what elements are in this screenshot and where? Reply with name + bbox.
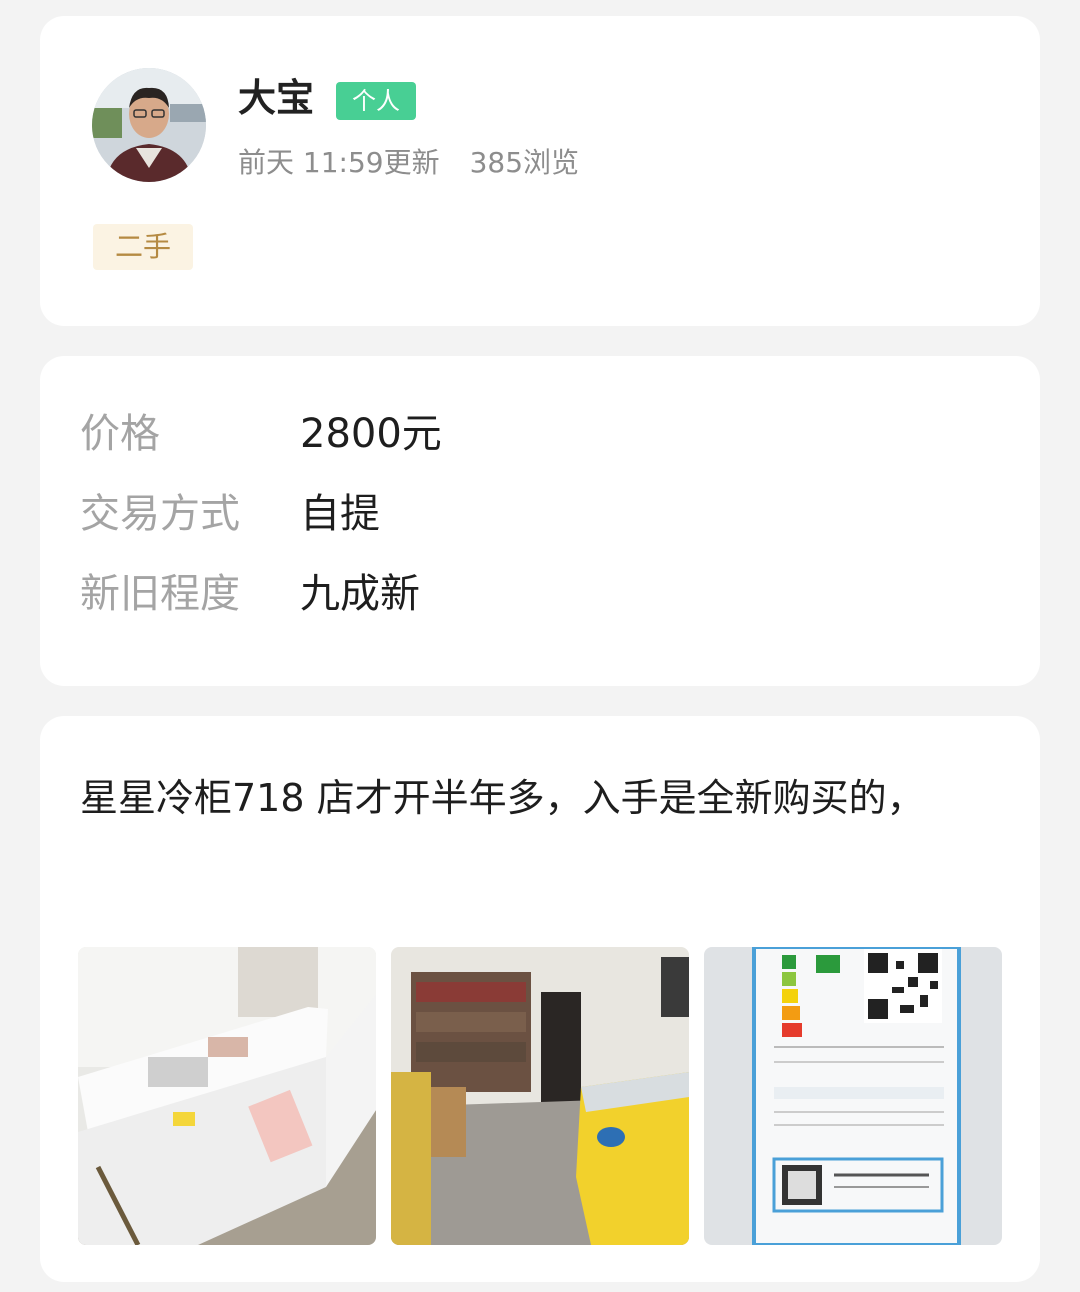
description-card: 星星冷柜718 店才开半年多，入手是全新购买的， [40, 716, 1040, 1282]
condition-value: 九成新 [300, 571, 420, 617]
description-text: 星星冷柜718 店才开半年多，入手是全新购买的， [80, 776, 925, 820]
update-time: 前天 11:59更新 [238, 146, 440, 179]
seller-meta: 前天 11:59更新 385浏览 [238, 144, 579, 182]
photo-shop-interior[interactable] [391, 947, 689, 1245]
condition-label: 新旧程度 [80, 571, 240, 617]
photo-freezer[interactable] [78, 947, 376, 1245]
trade-method-label: 交易方式 [80, 491, 240, 537]
seller-avatar[interactable] [92, 68, 206, 182]
seller-type-badge: 个人 [336, 82, 416, 120]
seller-name[interactable]: 大宝 [238, 74, 314, 122]
photo-energy-label[interactable] [704, 947, 1002, 1245]
seller-card: 大宝 个人 前天 11:59更新 385浏览 二手 [40, 16, 1040, 326]
details-card: 价格 2800元 交易方式 自提 新旧程度 九成新 [40, 356, 1040, 686]
view-count: 385浏览 [469, 146, 580, 179]
price-label: 价格 [80, 411, 160, 457]
trade-method-value: 自提 [300, 491, 380, 537]
price-value: 2800元 [300, 411, 442, 457]
condition-tag: 二手 [93, 224, 194, 270]
